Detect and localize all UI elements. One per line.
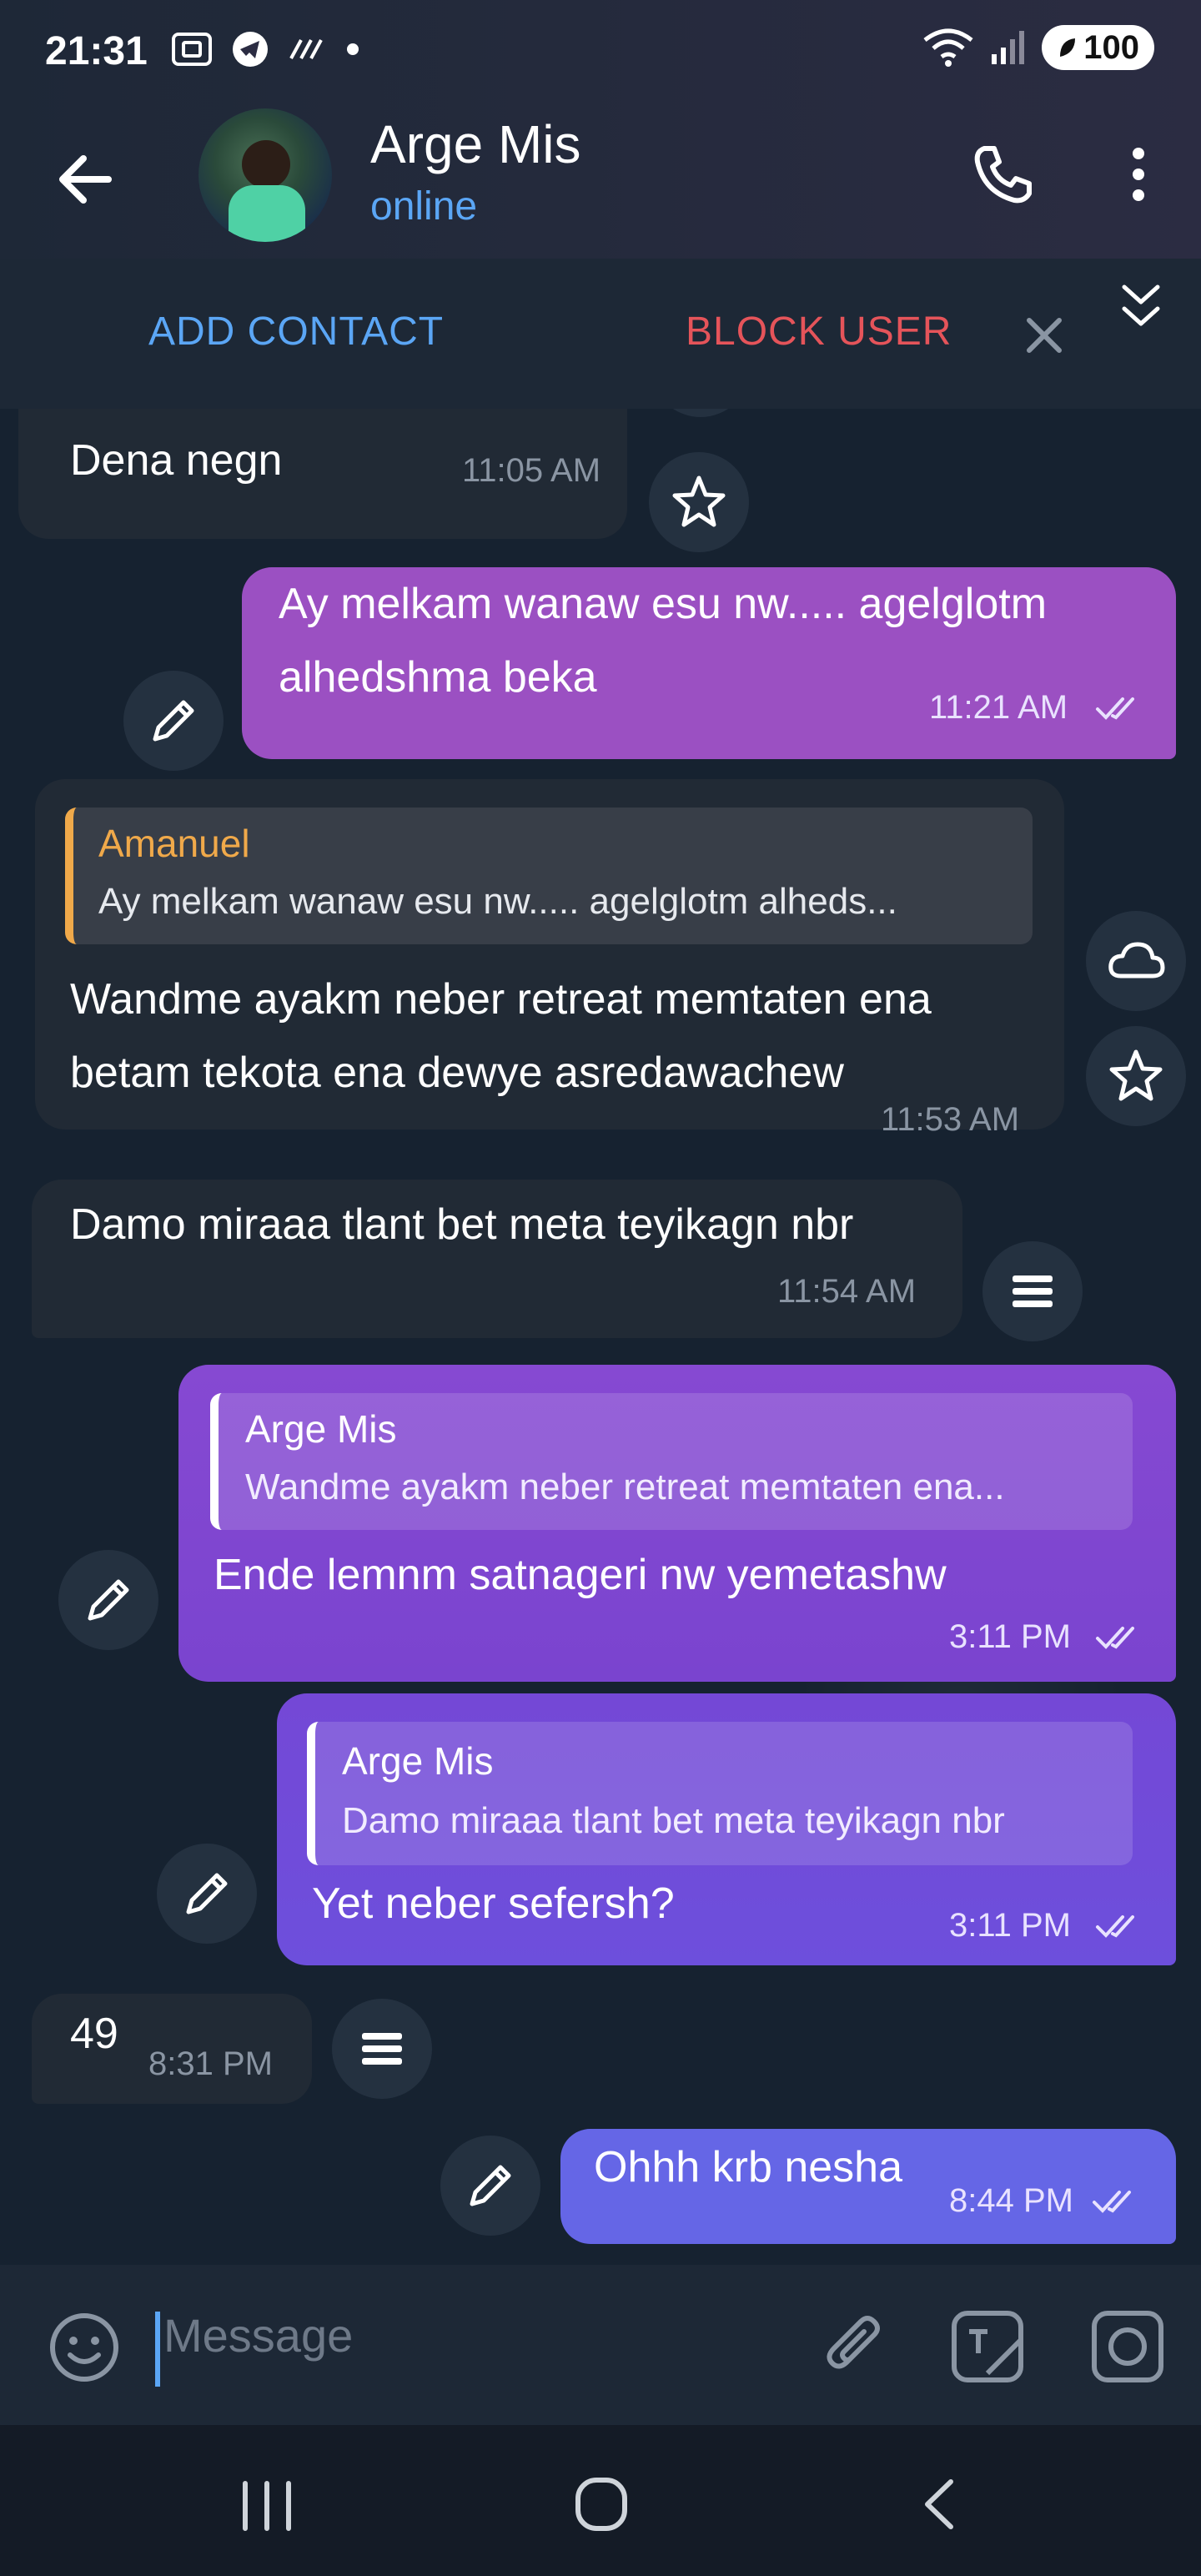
pencil-icon [153, 700, 194, 742]
action-button[interactable] [651, 409, 751, 417]
avatar-head [242, 140, 290, 189]
block-user-button[interactable]: BLOCK USER [686, 309, 952, 355]
chat-header: Arge Mis online [0, 100, 1201, 259]
message-input[interactable]: Message [163, 2308, 353, 2362]
status-icons-right: 100 [922, 25, 1154, 70]
pencil-icon [470, 2165, 511, 2206]
battery-saver-icon [1060, 38, 1076, 57]
screenshot-icon [172, 33, 212, 66]
telegram-notification-icon [233, 32, 268, 67]
status-time: 21:31 [45, 29, 148, 73]
reply-text: Wandme ayakm neber retreat memtaten ena.… [245, 1467, 1005, 1507]
contact-status: online [370, 184, 478, 229]
signal-icon [992, 31, 1025, 64]
star-icon [1109, 1049, 1163, 1101]
nav-back-icon[interactable] [917, 2475, 959, 2533]
system-navigation-bar [0, 2425, 1201, 2576]
battery-indicator: 100 [1042, 25, 1154, 70]
message-text-line-1: Wandme ayakm neber retreat memtaten ena [70, 975, 932, 1024]
chevron-double-down-icon[interactable] [1118, 275, 1164, 342]
menu-button[interactable] [332, 1999, 432, 2099]
message-bubble[interactable]: Ay melkam wanaw esu nw..... agelglotm al… [242, 567, 1176, 759]
message-bubble[interactable]: Arge Mis Wandme ayakm neber retreat memt… [178, 1365, 1176, 1682]
message-text: Ende lemnm satnageri nw yemetashw [214, 1551, 947, 1599]
message-bubble[interactable]: Amanuel Ay melkam wanaw esu nw..... agel… [35, 779, 1064, 1138]
more-vert-icon[interactable] [1118, 137, 1159, 212]
double-check-icon [1096, 697, 1134, 720]
reply-author: Arge Mis [245, 1407, 397, 1451]
contact-name[interactable]: Arge Mis [370, 113, 581, 175]
reply-text: Ay melkam wanaw esu nw..... agelglotm al… [98, 881, 897, 922]
edit-button[interactable] [157, 1844, 257, 1944]
add-contact-button[interactable]: ADD CONTACT [148, 309, 444, 355]
message-time: 3:11 PM [949, 1907, 1071, 1944]
list-icon [1013, 1275, 1053, 1307]
message-time: 8:44 PM [949, 2182, 1073, 2219]
message-text: Ohhh krb nesha [594, 2143, 903, 2191]
edit-button[interactable] [58, 1550, 158, 1650]
contact-actions-bar: ADD CONTACT BLOCK USER [0, 259, 1201, 409]
message-time: 11:54 AM [777, 1273, 917, 1310]
cloud-icon [1108, 942, 1165, 979]
message-time: 11:05 AM [462, 452, 601, 489]
home-icon[interactable] [574, 2475, 629, 2533]
status-bar: 21:31 100 [0, 0, 1201, 100]
message-composer: Message [0, 2265, 1201, 2425]
paperclip-icon[interactable] [819, 2310, 894, 2385]
wifi-icon [923, 28, 973, 67]
battery-level: 100 [1083, 28, 1139, 66]
reply-author: Arge Mis [342, 1739, 494, 1783]
favorite-button[interactable] [1086, 1026, 1186, 1126]
phone-icon[interactable] [966, 137, 1041, 212]
double-check-icon [1096, 1627, 1134, 1649]
avatar[interactable] [198, 108, 332, 242]
star-icon [672, 475, 726, 527]
message-time: 11:53 AM [881, 1101, 1020, 1138]
reply-author: Amanuel [98, 822, 250, 865]
favorite-button[interactable] [649, 452, 749, 552]
message-time: 11:21 AM [929, 689, 1068, 726]
pencil-icon [186, 1873, 228, 1914]
emoji-icon[interactable] [47, 2310, 122, 2385]
message-bubble[interactable]: Dena negn 11:05 AM [18, 409, 627, 539]
reply-preview[interactable]: Amanuel Ay melkam wanaw esu nw..... agel… [65, 808, 1033, 944]
message-text-line-1: Ay melkam wanaw esu nw..... agelglotm [279, 580, 1048, 628]
message-text: 49 [70, 2010, 118, 2058]
edit-button[interactable] [123, 671, 224, 771]
cloud-save-button[interactable] [1086, 911, 1186, 1011]
message-bubble[interactable]: 49 8:31 PM [32, 1994, 312, 2104]
message-time: 3:11 PM [949, 1618, 1071, 1655]
close-icon[interactable] [1019, 310, 1069, 360]
back-arrow-icon[interactable] [50, 142, 125, 217]
camera-icon[interactable] [1088, 2307, 1168, 2387]
message-time: 8:31 PM [148, 2045, 273, 2082]
sticker-icon[interactable] [947, 2307, 1028, 2387]
menu-button[interactable] [982, 1241, 1083, 1341]
recent-apps-icon[interactable] [235, 2477, 299, 2535]
reply-preview[interactable]: Arge Mis Damo miraaa tlant bet meta teyi… [307, 1722, 1133, 1865]
double-check-icon [1096, 1915, 1134, 1938]
reply-text: Damo miraaa tlant bet meta teyikagn nbr [342, 1800, 1005, 1841]
message-list[interactable]: Dena negn 11:05 AM Ay melkam wanaw esu n… [0, 409, 1201, 2265]
edit-button[interactable] [440, 2136, 540, 2236]
message-text: Dena negn [70, 436, 283, 485]
data-saver-icon [289, 39, 323, 59]
reply-preview[interactable]: Arge Mis Wandme ayakm neber retreat memt… [210, 1393, 1133, 1530]
message-bubble[interactable]: Arge Mis Damo miraaa tlant bet meta teyi… [277, 1693, 1176, 1965]
status-icons-left [171, 30, 361, 68]
message-bubble[interactable]: Damo miraaa tlant bet meta teyikagn nbr … [32, 1180, 962, 1338]
list-icon [362, 2033, 402, 2065]
message-text: Yet neber sefersh? [312, 1879, 675, 1928]
double-check-icon [1093, 2191, 1131, 2213]
message-text-line-2: alhedshma beka [279, 653, 597, 702]
dot-icon [347, 43, 359, 55]
message-bubble[interactable]: Ohhh krb nesha 8:44 PM [560, 2129, 1176, 2244]
pencil-icon [88, 1579, 129, 1621]
message-text-line-2: betam tekota ena dewye asredawachew [70, 1049, 844, 1097]
avatar-body [229, 185, 305, 242]
message-text: Damo miraaa tlant bet meta teyikagn nbr [70, 1200, 854, 1249]
text-caret [155, 2312, 160, 2387]
